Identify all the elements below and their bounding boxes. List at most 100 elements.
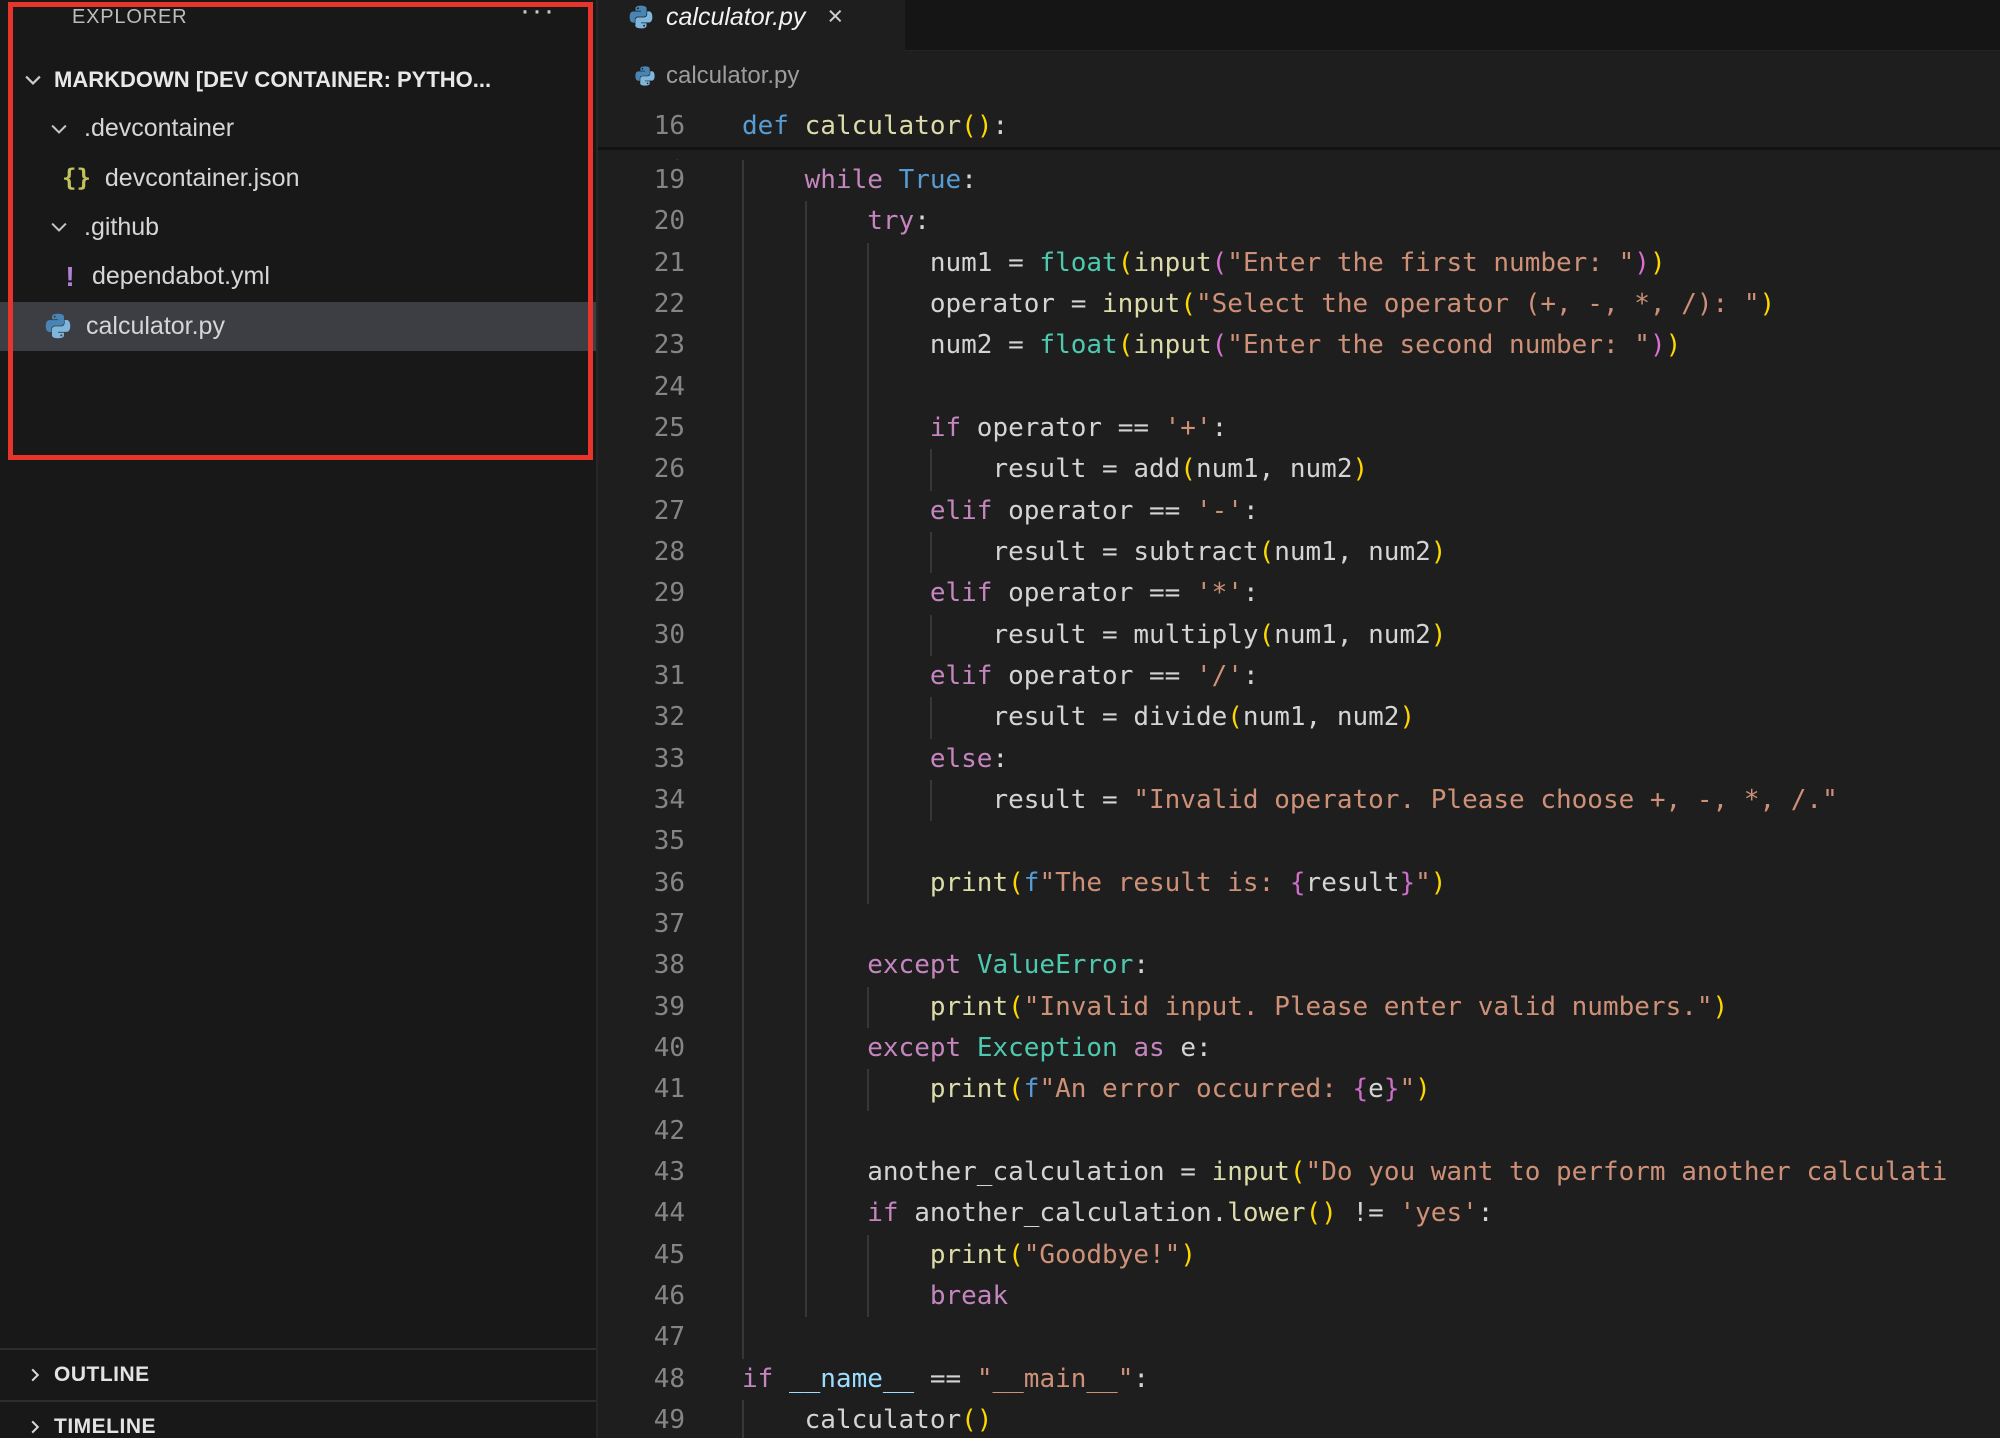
code-text: if operator == '+': <box>742 408 1227 449</box>
indent-guide <box>805 656 807 697</box>
code-text: if __name__ == "__main__": <box>742 1359 1149 1400</box>
chevron-right-icon <box>26 1418 44 1436</box>
tab-calculator-py[interactable]: calculator.py × <box>598 0 905 50</box>
indent-guide <box>805 408 807 449</box>
explorer-title: EXPLORER <box>72 6 187 29</box>
line-number: 28 <box>598 532 685 573</box>
code-text: calculator() <box>742 1400 992 1438</box>
code-line-44[interactable]: 44 if another_calculation.lower() != 'ye… <box>598 1193 2000 1234</box>
code-line-19[interactable]: 19 while True: <box>598 160 2000 201</box>
indent-guide <box>805 243 807 284</box>
code-line-35[interactable]: 35 <box>598 821 2000 862</box>
chevron-down-icon <box>22 69 44 91</box>
code-line-42[interactable]: 42 <box>598 1111 2000 1152</box>
indent-guide <box>930 615 932 656</box>
indent-guide <box>805 1235 807 1276</box>
indent-guide <box>742 821 744 862</box>
indent-guide <box>805 367 807 408</box>
tree-item-devcontainer-folder[interactable]: .devcontainer <box>0 104 644 153</box>
code-line-45[interactable]: 45 print("Goodbye!") <box>598 1235 2000 1276</box>
indent-guide <box>742 697 744 738</box>
code-line-16[interactable]: 16def calculator(): <box>598 106 2000 147</box>
code-line-47[interactable]: 47 <box>598 1317 2000 1358</box>
indent-guide <box>742 1028 744 1069</box>
indent-guide <box>867 325 869 366</box>
line-number: 20 <box>598 201 685 242</box>
code-line-41[interactable]: 41 print(f"An error occurred: {e}") <box>598 1069 2000 1110</box>
code-line-25[interactable]: 25 if operator == '+': <box>598 408 2000 449</box>
line-number: 40 <box>598 1028 685 1069</box>
indent-guide <box>867 367 869 408</box>
code-area[interactable]: 16def calculator(): 18 19 while True:20 … <box>598 106 2000 1438</box>
code-line-22[interactable]: 22 operator = input("Select the operator… <box>598 284 2000 325</box>
more-actions-icon[interactable]: ··· <box>520 0 556 28</box>
indent-guide <box>867 491 869 532</box>
code-line-32[interactable]: 32 result = divide(num1, num2) <box>598 697 2000 738</box>
code-text: if another_calculation.lower() != 'yes': <box>742 1193 1493 1234</box>
code-line-36[interactable]: 36 print(f"The result is: {result}") <box>598 863 2000 904</box>
indent-guide <box>742 284 744 325</box>
file-name: dependabot.yml <box>92 262 270 291</box>
line-number: 33 <box>598 739 685 780</box>
code-line-28[interactable]: 28 result = subtract(num1, num2) <box>598 532 2000 573</box>
indent-guide <box>867 780 869 821</box>
code-line-21[interactable]: 21 num1 = float(input("Enter the first n… <box>598 243 2000 284</box>
code-line-34[interactable]: 34 result = "Invalid operator. Please ch… <box>598 780 2000 821</box>
indent-guide <box>742 1069 744 1110</box>
code-line-33[interactable]: 33 else: <box>598 739 2000 780</box>
tree-item-dependabot-yml[interactable]: ! dependabot.yml <box>0 252 658 301</box>
close-icon[interactable]: × <box>827 1 843 32</box>
indent-guide <box>805 615 807 656</box>
indent-guide <box>867 697 869 738</box>
code-line-46[interactable]: 46 break <box>598 1276 2000 1317</box>
line-number: 24 <box>598 367 685 408</box>
line-number: 41 <box>598 1069 685 1110</box>
code-line-40[interactable]: 40 except Exception as e: <box>598 1028 2000 1069</box>
indent-guide <box>867 449 869 490</box>
breadcrumb[interactable]: calculator.py <box>598 50 799 102</box>
code-text: print("Goodbye!") <box>742 1235 1196 1276</box>
code-line-20[interactable]: 20 try: <box>598 201 2000 242</box>
code-line-29[interactable]: 29 elif operator == '*': <box>598 573 2000 614</box>
indent-guide <box>805 1069 807 1110</box>
code-text: another_calculation = input("Do you want… <box>742 1152 1947 1193</box>
vscode-window: EXPLORER ··· MARKDOWN [DEV CONTAINER: PY… <box>0 0 2000 1438</box>
code-text: result = multiply(num1, num2) <box>742 615 1446 656</box>
indent-guide <box>742 325 744 366</box>
code-text: result = "Invalid operator. Please choos… <box>742 780 1838 821</box>
code-line-48[interactable]: 48if __name__ == "__main__": <box>598 1359 2000 1400</box>
line-number: 35 <box>598 821 685 862</box>
folder-name: .devcontainer <box>84 114 234 143</box>
code-line-38[interactable]: 38 except ValueError: <box>598 945 2000 986</box>
python-icon <box>44 312 72 340</box>
code-line-49[interactable]: 49 calculator() <box>598 1400 2000 1438</box>
file-name: calculator.py <box>86 312 225 341</box>
code-text: num1 = float(input("Enter the first numb… <box>742 243 1666 284</box>
outline-section-header[interactable]: OUTLINE <box>0 1348 596 1400</box>
code-line-31[interactable]: 31 elif operator == '/': <box>598 656 2000 697</box>
line-number: 37 <box>598 904 685 945</box>
indent-guide <box>805 325 807 366</box>
line-number: 23 <box>598 325 685 366</box>
code-text: print(f"An error occurred: {e}") <box>742 1069 1431 1110</box>
code-line-43[interactable]: 43 another_calculation = input("Do you w… <box>598 1152 2000 1193</box>
yaml-warning-icon: ! <box>62 261 78 293</box>
workspace-section-header[interactable]: MARKDOWN [DEV CONTAINER: PYTHO... <box>0 64 596 96</box>
code-line-39[interactable]: 39 print("Invalid input. Please enter va… <box>598 987 2000 1028</box>
tree-item-calculator-py[interactable]: calculator.py <box>0 302 640 351</box>
tab-strip <box>905 0 2000 51</box>
code-line-27[interactable]: 27 elif operator == '-': <box>598 491 2000 532</box>
code-line-30[interactable]: 30 result = multiply(num1, num2) <box>598 615 2000 656</box>
indent-guide <box>742 615 744 656</box>
indent-guide <box>742 1235 744 1276</box>
indent-guide <box>805 945 807 986</box>
code-line-26[interactable]: 26 result = add(num1, num2) <box>598 449 2000 490</box>
code-line-24[interactable]: 24 <box>598 367 2000 408</box>
indent-guide <box>805 739 807 780</box>
tree-item-devcontainer-json[interactable]: {} devcontainer.json <box>0 153 658 202</box>
timeline-section-header[interactable]: TIMELINE <box>0 1400 596 1438</box>
line-number: 22 <box>598 284 685 325</box>
code-line-23[interactable]: 23 num2 = float(input("Enter the second … <box>598 325 2000 366</box>
tree-item-github-folder[interactable]: .github <box>0 203 644 252</box>
code-line-37[interactable]: 37 <box>598 904 2000 945</box>
